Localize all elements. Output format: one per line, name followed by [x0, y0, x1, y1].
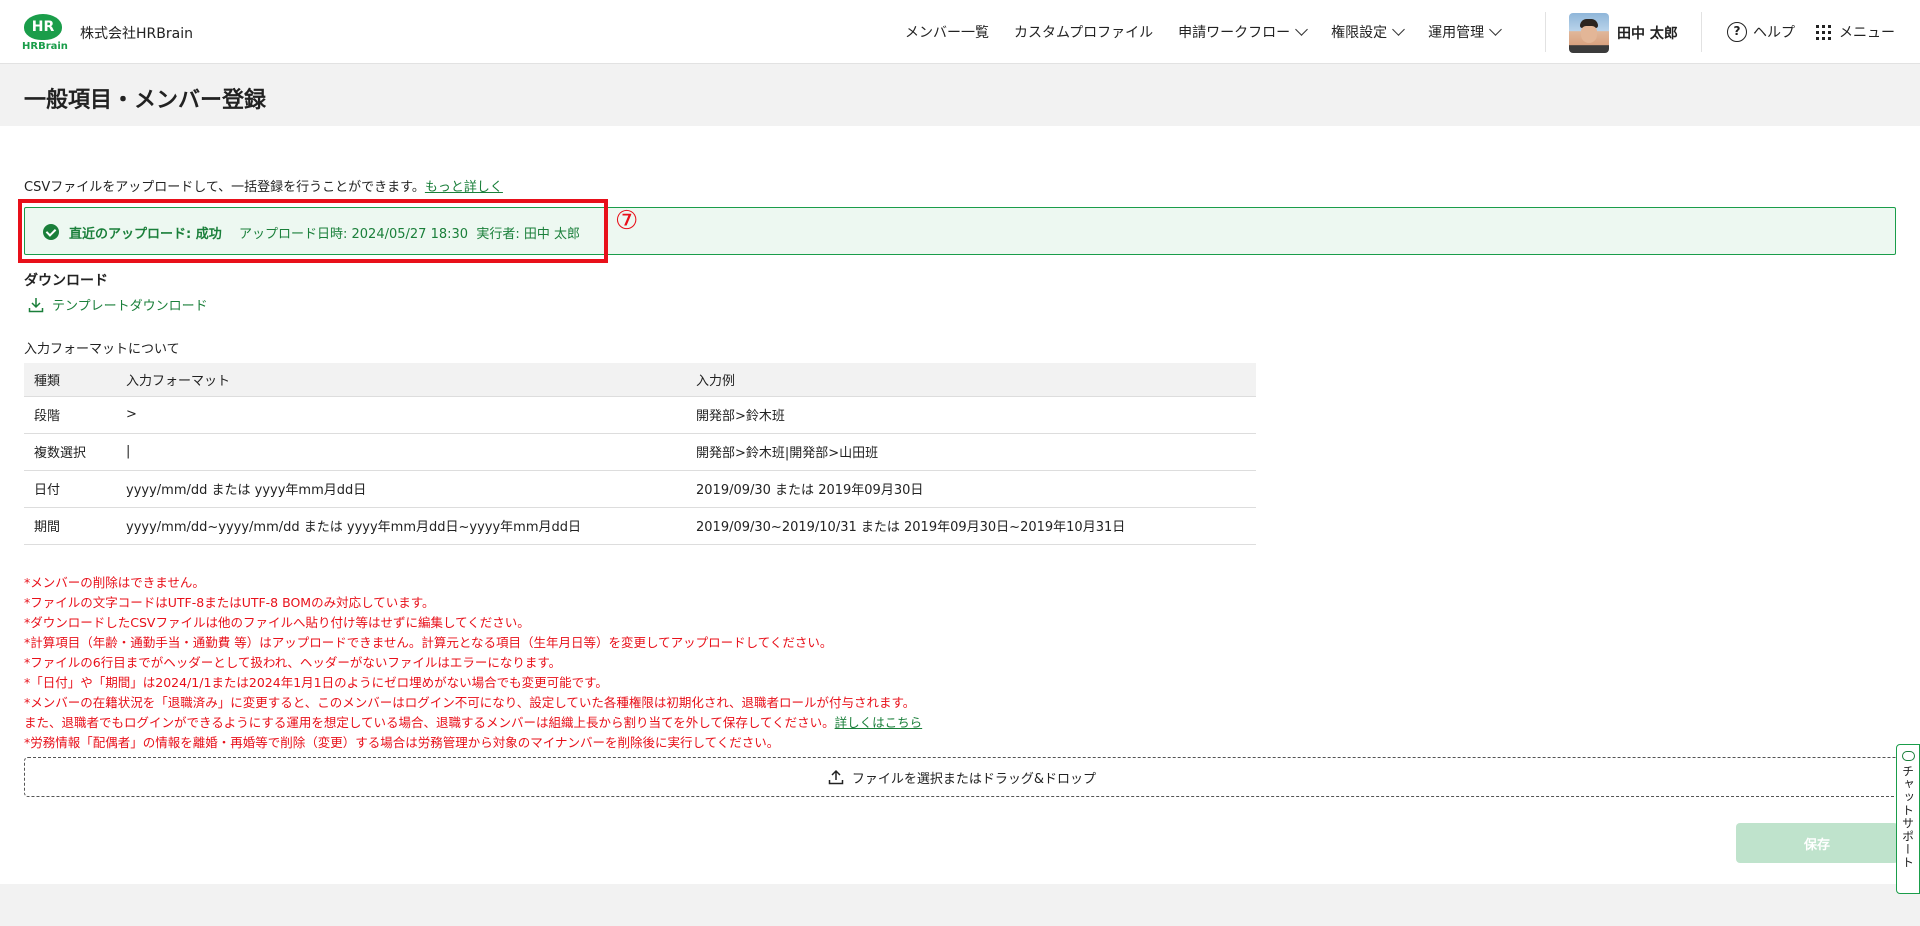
table-cell: yyyy/mm/dd または yyyy年mm月dd日	[116, 470, 686, 508]
chevron-down-icon	[1392, 23, 1406, 36]
dropzone-label: ファイルを選択またはドラッグ&ドロップ	[851, 771, 1097, 787]
header-divider	[1545, 12, 1546, 52]
nav-label: 運用管理	[1428, 25, 1485, 41]
caution-notes: *メンバーの削除はできません。 *ファイルの文字コードはUTF-8またはUTF-…	[24, 573, 922, 753]
table-row: 複数選択 | 開発部>鈴木班|開発部>山田班	[24, 433, 1256, 471]
table-cell: 開発部>鈴木班	[686, 396, 1256, 434]
user-name[interactable]: 田中 太郎	[1617, 23, 1678, 43]
table-cell: 2019/09/30 または 2019年09月30日	[686, 470, 1256, 508]
column-header: 入力フォーマット	[116, 363, 686, 397]
table-cell: 複数選択	[24, 433, 116, 471]
nav-label: 権限設定	[1331, 25, 1388, 41]
nav-label: 申請ワークフロー	[1178, 25, 1291, 41]
nav-member-list[interactable]: メンバー一覧	[905, 22, 989, 42]
annotation-marker: ⑦	[615, 206, 639, 236]
hrbrain-logo[interactable]: HR HRBrain	[22, 12, 68, 54]
table-cell: 2019/09/30~2019/10/31 または 2019年09月30日~20…	[686, 507, 1256, 545]
nav-operations[interactable]: 運用管理	[1428, 22, 1503, 42]
main-nav: メンバー一覧 カスタムプロファイル 申請ワークフロー 権限設定 運用管理	[905, 22, 1525, 42]
table-cell: 段階	[24, 396, 116, 434]
nav-custom-profile[interactable]: カスタムプロファイル	[1014, 22, 1153, 42]
template-download-link[interactable]: テンプレートダウンロード	[28, 295, 208, 314]
help-label: ヘルプ	[1753, 25, 1795, 41]
menu-button[interactable]: メニュー	[1816, 22, 1895, 42]
table-cell: yyyy/mm/dd~yyyy/mm/dd または yyyy年mm月dd日~yy…	[116, 507, 686, 545]
help-button[interactable]: ? ヘルプ	[1727, 22, 1795, 42]
more-details-link[interactable]: もっと詳しく	[425, 180, 503, 195]
note-line: *計算項目（年齢・通勤手当・通勤費 等）はアップロードできません。計算元となる項…	[24, 635, 833, 650]
note-line: *ファイルの6行目までがヘッダーとして扱われ、ヘッダーがないファイルはエラーにな…	[24, 655, 562, 670]
table-row: 期間 yyyy/mm/dd~yyyy/mm/dd または yyyy年mm月dd日…	[24, 507, 1256, 545]
page-title: 一般項目・メンバー登録	[24, 88, 267, 113]
table-cell: 日付	[24, 470, 116, 508]
note-line: *労務情報「配偶者」の情報を離婚・再婚等で削除（変更）する場合は労務管理から対象…	[24, 735, 780, 750]
table-header-row: 種類 入力フォーマット 入力例	[24, 363, 1256, 397]
download-icon	[28, 297, 44, 312]
chevron-down-icon	[1295, 23, 1309, 36]
avatar[interactable]	[1569, 13, 1609, 53]
table-cell: |	[116, 433, 686, 471]
grid-icon	[1816, 24, 1831, 40]
intro-text: CSVファイルをアップロードして、一括登録を行うことができます。もっと詳しく	[24, 176, 503, 195]
chevron-down-icon	[1489, 23, 1503, 36]
table-cell: 開発部>鈴木班|開発部>山田班	[686, 433, 1256, 471]
intro-label: CSVファイルをアップロードして、一括登録を行うことができます。	[24, 180, 425, 195]
nav-label: カスタムプロファイル	[1014, 25, 1154, 41]
title-bar: 一般項目・メンバー登録	[0, 64, 1920, 126]
table-row: 日付 yyyy/mm/dd または yyyy年mm月dd日 2019/09/30…	[24, 470, 1256, 508]
chat-support-tab[interactable]: チャットサポート	[1896, 744, 1920, 894]
table-cell: 期間	[24, 507, 116, 545]
note-line-with-link: また、退職者でもログインができるようにする運用を想定している場合、退職するメンバ…	[24, 713, 922, 733]
note-line: *ファイルの文字コードはUTF-8またはUTF-8 BOMのみ対応しています。	[24, 595, 435, 610]
file-dropzone[interactable]: ファイルを選択またはドラッグ&ドロップ	[24, 757, 1900, 797]
top-header: HR HRBrain 株式会社HRBrain メンバー一覧 カスタムプロファイル…	[0, 0, 1920, 64]
note-line: *メンバーの削除はできません。	[24, 575, 205, 590]
question-circle-icon: ?	[1727, 22, 1747, 42]
format-table: 種類 入力フォーマット 入力例 段階 > 開発部>鈴木班 複数選択 | 開発部>…	[24, 363, 1256, 545]
logo-text: HRBrain	[22, 41, 68, 52]
note-line: *メンバーの在籍状況を「退職済み」に変更すると、このメンバーはログイン不可になり…	[24, 695, 916, 710]
menu-label: メニュー	[1839, 25, 1895, 41]
chat-support-label: チャットサポート	[1900, 765, 1915, 869]
upload-icon	[828, 769, 844, 785]
annotation-highlight-box	[18, 199, 608, 263]
format-heading: 入力フォーマットについて	[24, 342, 180, 357]
note-line: *ダウンロードしたCSVファイルは他のファイルへ貼り付け等はせずに編集してくださ…	[24, 615, 530, 630]
template-download-label: テンプレートダウンロード	[52, 299, 208, 314]
nav-label: メンバー一覧	[905, 25, 989, 41]
header-divider	[1701, 12, 1702, 52]
table-cell: >	[116, 396, 686, 434]
details-link[interactable]: 詳しくはこちら	[835, 715, 923, 730]
note-line: *「日付」や「期間」は2024/1/1または2024年1月1日のようにゼロ埋めが…	[24, 675, 608, 690]
logo-mark: HR	[24, 14, 62, 40]
note-text: また、退職者でもログインができるようにする運用を想定している場合、退職するメンバ…	[24, 715, 835, 730]
nav-workflow[interactable]: 申請ワークフロー	[1178, 22, 1309, 42]
column-header: 種類	[24, 363, 116, 397]
main-content: CSVファイルをアップロードして、一括登録を行うことができます。もっと詳しく 直…	[0, 126, 1920, 884]
download-heading: ダウンロード	[24, 273, 108, 289]
nav-permissions[interactable]: 権限設定	[1331, 22, 1406, 42]
save-button[interactable]: 保存	[1736, 823, 1898, 863]
company-name: 株式会社HRBrain	[80, 26, 193, 42]
chat-bubble-icon	[1901, 751, 1915, 761]
column-header: 入力例	[686, 363, 1256, 397]
table-row: 段階 > 開発部>鈴木班	[24, 396, 1256, 434]
